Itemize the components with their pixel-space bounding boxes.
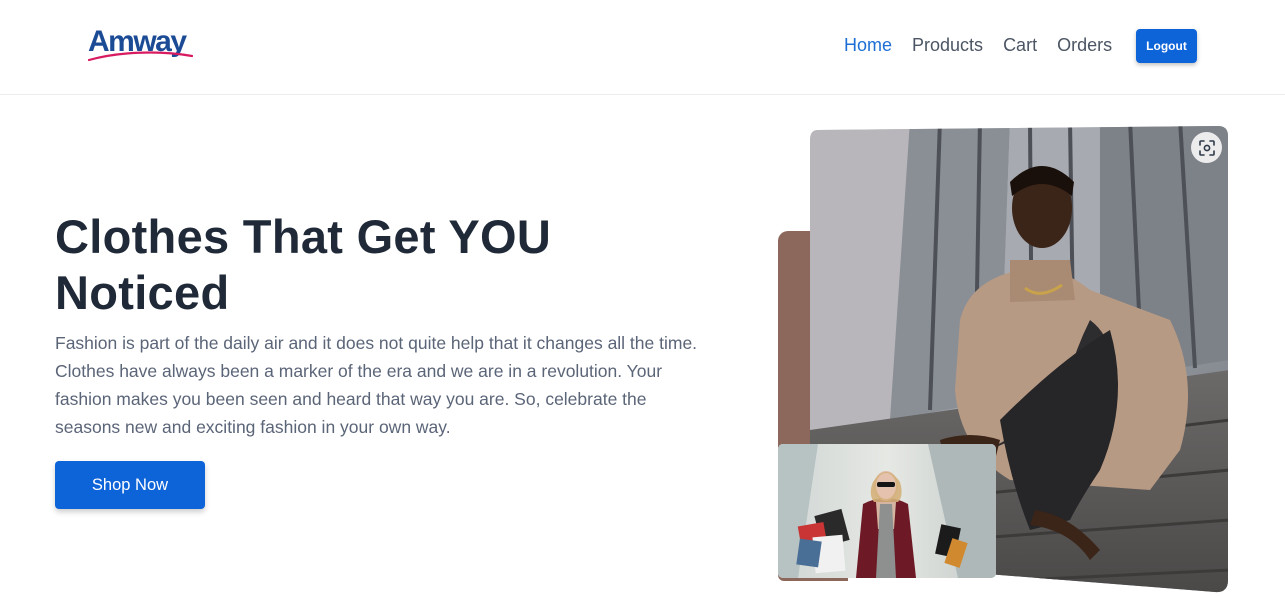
woman-shopping-illustration (778, 444, 996, 578)
logout-button[interactable]: Logout (1136, 29, 1197, 63)
secondary-photo-woman-shopping (778, 444, 996, 578)
nav-link-orders[interactable]: Orders (1057, 33, 1112, 57)
hero-description: Fashion is part of the daily air and it … (55, 333, 698, 437)
nav-link-cart[interactable]: Cart (1003, 33, 1037, 57)
nav-links: Home Products Cart Orders (844, 33, 1132, 57)
navbar: Amway Home Products Cart Orders Logout (0, 0, 1285, 95)
nav-link-home[interactable]: Home (844, 33, 892, 57)
visual-search-button[interactable] (1191, 132, 1222, 163)
shop-now-button[interactable]: Shop Now (55, 461, 205, 509)
nav-link-products[interactable]: Products (912, 33, 983, 57)
logo-swoosh-icon (88, 51, 193, 62)
hero-title: Clothes That Get YOU Noticed (55, 210, 552, 319)
visual-search-icon (1198, 139, 1215, 156)
amway-logo[interactable]: Amway (88, 24, 193, 66)
